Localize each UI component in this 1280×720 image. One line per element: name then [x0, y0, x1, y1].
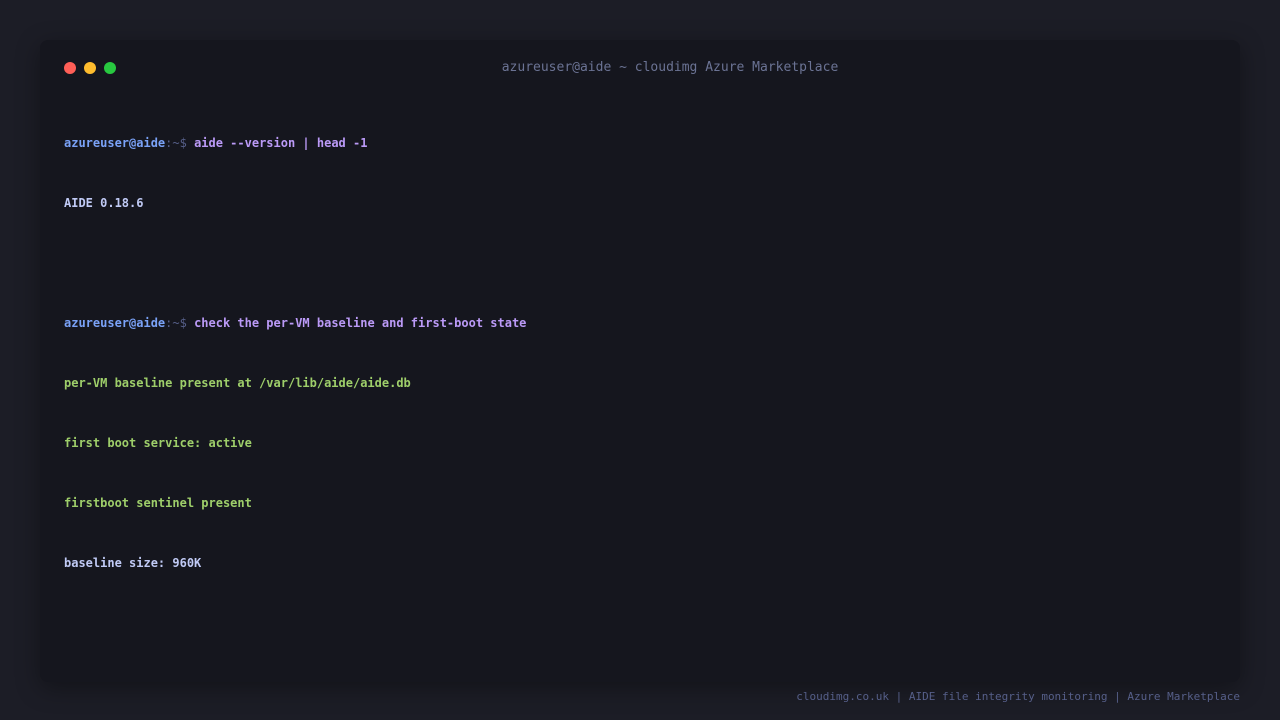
window-title: azureuser@aide ~ cloudimg Azure Marketpl… — [501, 60, 839, 75]
footer-text: cloudimg.co.uk | AIDE file integrity mon… — [796, 690, 1240, 703]
command-text: aide --version | head -1 — [194, 136, 368, 150]
title-bar: azureuser@aide ~ cloudimg Azure Marketpl… — [40, 40, 1240, 96]
terminal-line-prompt: azureuser@aide:~$ aide --version | head … — [64, 133, 1214, 153]
prompt-path: :~$ — [165, 316, 195, 330]
terminal-window: azureuser@aide ~ cloudimg Azure Marketpl… — [40, 40, 1240, 682]
prompt-user: azureuser@aide — [64, 136, 166, 150]
prompt-user: azureuser@aide — [64, 316, 166, 330]
terminal-line-prompt: azureuser@aide:~$ check the per-VM basel… — [64, 313, 1214, 333]
command-text: check the per-VM baseline and first-boot… — [194, 316, 527, 330]
terminal-line-output: firstboot sentinel present — [64, 496, 252, 510]
prompt-path: :~$ — [165, 136, 195, 150]
terminal-line-output: AIDE 0.18.6 — [64, 196, 144, 210]
terminal-line-output: first boot service: active — [64, 436, 252, 450]
terminal-output[interactable]: azureuser@aide:~$ aide --version | head … — [64, 93, 1214, 613]
terminal-line-output: baseline size: 960K — [64, 556, 202, 570]
terminal-line-output: per-VM baseline present at /var/lib/aide… — [64, 376, 411, 390]
